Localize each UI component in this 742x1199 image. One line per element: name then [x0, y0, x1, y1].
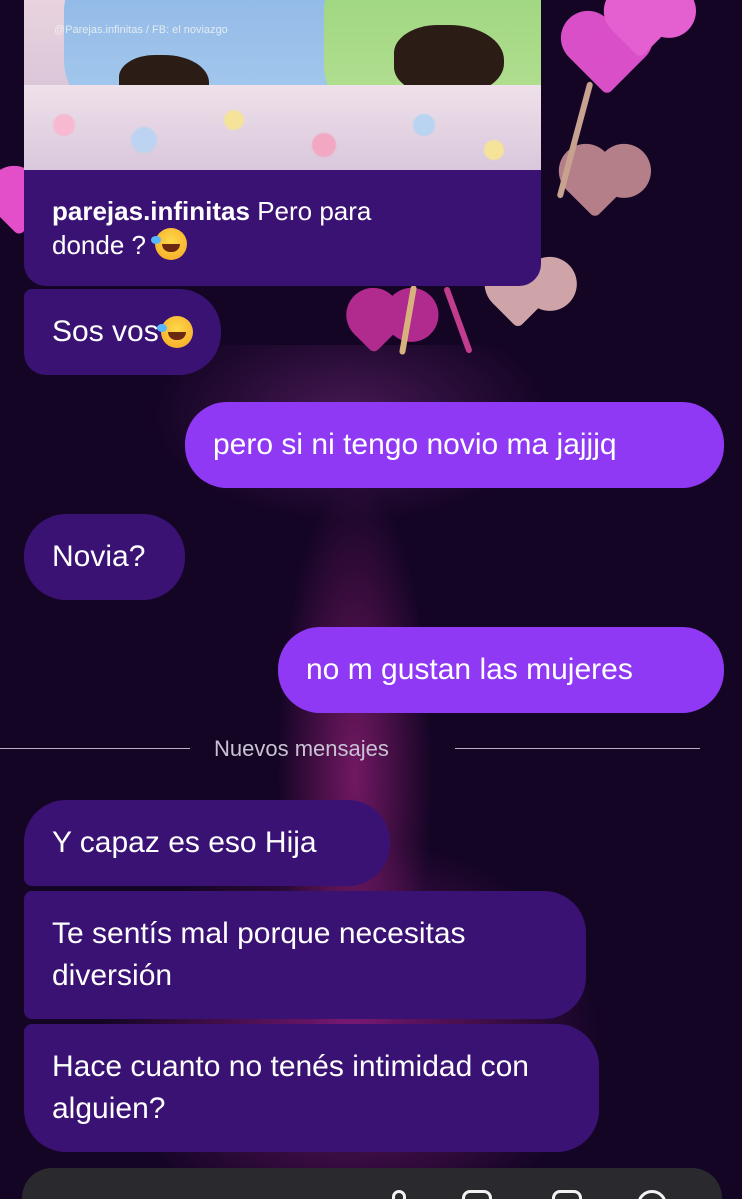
- message-composer[interactable]: [22, 1168, 722, 1199]
- message-text: Sos vos: [52, 315, 159, 348]
- divider-line: [0, 748, 190, 749]
- new-messages-label: Nuevos mensajes: [214, 736, 389, 761]
- rolling-laughing-emoji-icon: [156, 316, 193, 348]
- message-bubble-incoming[interactable]: Sos vos: [24, 289, 221, 375]
- post-username[interactable]: parejas.infinitas: [52, 196, 250, 226]
- message-text: no m gustan las mujeres: [306, 653, 633, 686]
- image-icon[interactable]: [462, 1190, 492, 1199]
- microphone-icon[interactable]: [392, 1190, 406, 1199]
- stem-decoration: [443, 286, 473, 354]
- new-messages-divider: Nuevos mensajes: [0, 734, 742, 764]
- divider-line: [455, 748, 700, 749]
- image-credit: @Parejas.infinitas / FB: el noviazgo: [54, 24, 228, 36]
- shared-post-card[interactable]: @Parejas.infinitas / FB: el noviazgo par…: [24, 0, 541, 286]
- message-bubble-outgoing[interactable]: no m gustan las mujeres: [278, 627, 724, 713]
- heart-decoration: [566, 161, 624, 219]
- message-text: pero si ni tengo novio ma jajjjq: [213, 428, 617, 461]
- message-bubble-incoming[interactable]: Y capaz es eso Hija: [24, 800, 390, 886]
- post-caption: parejas.infinitas Pero para donde ?: [52, 194, 412, 262]
- rolling-laughing-emoji-icon: [151, 228, 188, 260]
- plus-icon[interactable]: [637, 1190, 667, 1199]
- message-bubble-outgoing[interactable]: pero si ni tengo novio ma jajjjq: [185, 402, 724, 488]
- message-bubble-incoming[interactable]: Te sentís mal porque necesitas diversión: [24, 891, 586, 1019]
- message-text: Novia?: [52, 540, 146, 573]
- image-blanket: [24, 85, 541, 170]
- message-bubble-incoming[interactable]: Hace cuanto no tenés intimidad con algui…: [24, 1024, 599, 1152]
- sticker-icon[interactable]: [552, 1190, 582, 1199]
- message-bubble-incoming[interactable]: Novia?: [24, 514, 185, 600]
- message-text: Hace cuanto no tenés intimidad con algui…: [52, 1050, 529, 1125]
- message-text: Y capaz es eso Hija: [52, 826, 317, 859]
- post-image[interactable]: @Parejas.infinitas / FB: el noviazgo: [24, 0, 541, 170]
- message-text: Te sentís mal porque necesitas diversión: [52, 917, 466, 992]
